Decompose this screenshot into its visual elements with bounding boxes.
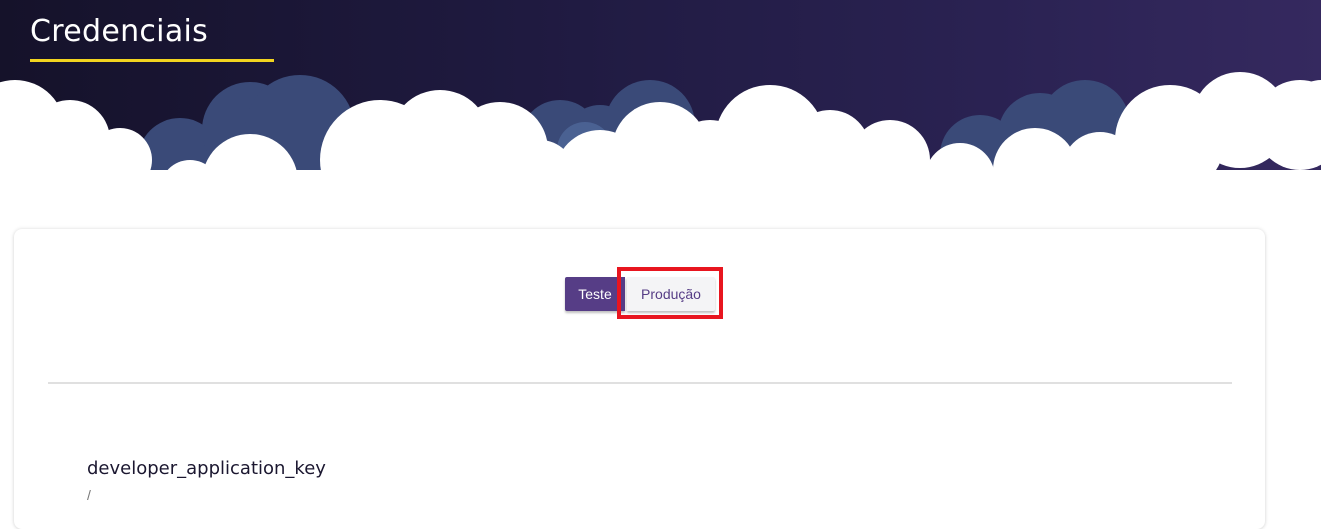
page-title: Credenciais (30, 14, 209, 49)
production-environment-button[interactable]: Produção (627, 277, 715, 311)
credential-field-label: developer_application_key (87, 458, 326, 479)
header-banner: Credenciais (0, 0, 1321, 200)
divider (48, 382, 1232, 384)
test-environment-button[interactable]: Teste (565, 277, 625, 311)
credential-field-value: / (87, 487, 91, 503)
credentials-card: Teste Produção developer_application_key… (14, 229, 1265, 529)
title-underline (30, 59, 274, 62)
